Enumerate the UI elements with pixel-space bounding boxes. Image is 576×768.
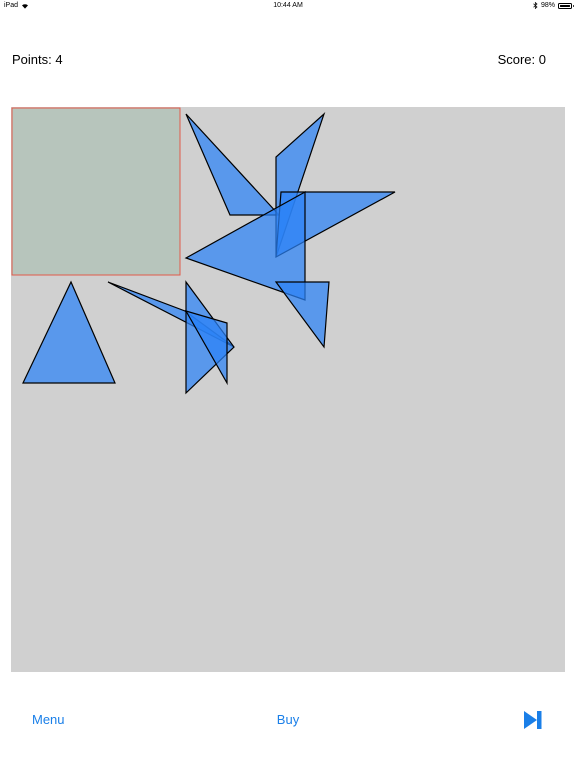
game-board[interactable] (11, 107, 565, 672)
board-canvas[interactable] (11, 107, 565, 672)
target-square (11, 107, 181, 276)
skip-forward-triangle (524, 711, 537, 729)
game-screen: iPad 10:44 AM 98% Points: 4 Score: 0 Men… (0, 0, 576, 768)
battery-percent: 98% (540, 2, 555, 9)
score-label: Score: (497, 52, 536, 67)
score-display: Score: 0 (498, 52, 546, 67)
battery-icon (558, 2, 574, 9)
skip-forward-bar (537, 711, 542, 729)
score-value: 0 (538, 52, 546, 67)
status-bar: iPad 10:44 AM 98% (0, 0, 576, 12)
status-time: 10:44 AM (273, 2, 303, 9)
points-display: Points: 4 (12, 52, 63, 67)
bluetooth-icon (533, 2, 538, 9)
status-right: 98% (533, 2, 574, 9)
buy-button[interactable]: Buy (258, 712, 318, 727)
menu-button[interactable]: Menu (32, 712, 65, 727)
triangle-piece[interactable] (274, 281, 330, 349)
points-value: 4 (55, 52, 63, 67)
points-label: Points: (12, 52, 52, 67)
skip-forward-icon[interactable] (521, 709, 545, 731)
triangle-piece[interactable] (22, 280, 116, 384)
battery-fill (560, 4, 570, 7)
triangle-piece[interactable] (185, 113, 281, 216)
